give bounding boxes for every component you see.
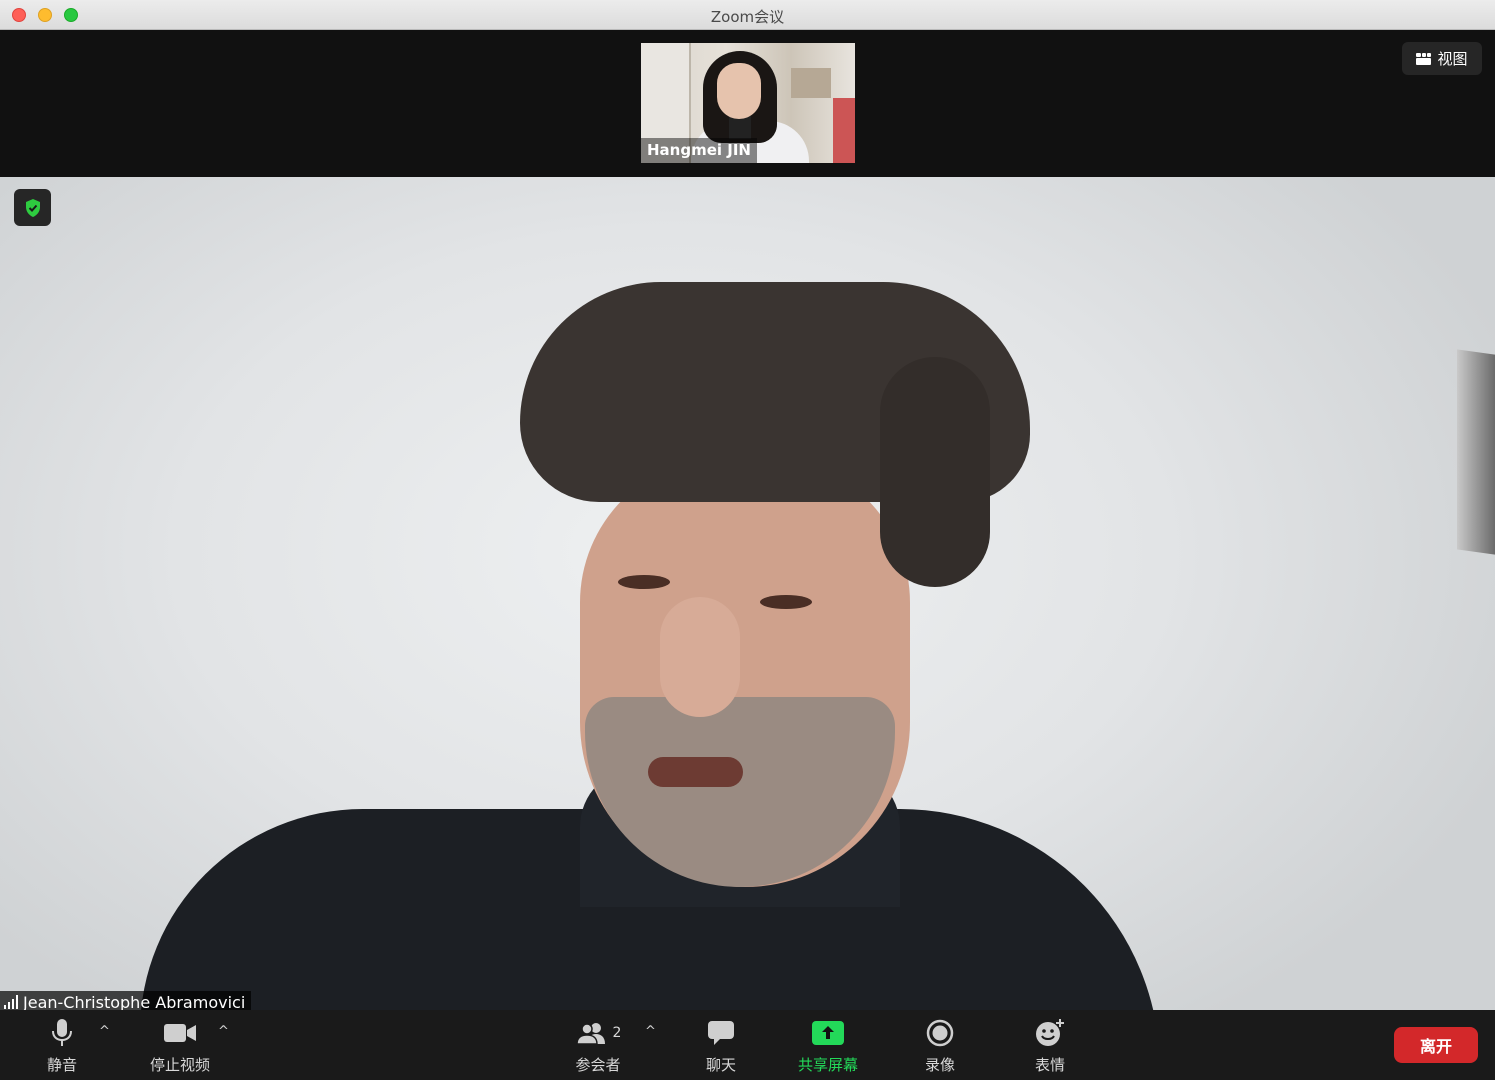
reactions-button[interactable]: 表情 [1024,1010,1076,1080]
speaker-name: Jean-Christophe Abramovici [23,993,246,1010]
meeting-security-button[interactable] [14,189,51,226]
active-speaker-video [0,177,1495,1010]
participants-icon [575,1023,605,1045]
background-frame [1457,349,1495,555]
share-screen-label: 共享屏幕 [797,1056,858,1074]
speaker-eye-right [760,595,812,609]
leave-meeting-button[interactable]: 离开 [1394,1027,1478,1063]
participants-label: 参会者 [575,1056,621,1074]
share-screen-icon [812,1021,844,1045]
participants-options-chevron-up-icon[interactable]: ^ [645,1024,656,1039]
thumbnail-shelf-red [833,98,855,163]
gallery-view-icon [1416,52,1432,65]
view-button[interactable]: 视图 [1402,42,1482,75]
window-title: Zoom会议 [710,8,785,26]
speaker-name-tag: Jean-Christophe Abramovici [0,991,252,1010]
speaker-hair-side [880,357,990,587]
participants-count: 2 [612,1025,622,1041]
record-button[interactable]: 录像 [914,1010,966,1080]
view-button-label: 视图 [1437,50,1468,68]
emoji-add-icon [1036,1019,1064,1046]
shield-check-icon [25,198,40,217]
stop-video-label: 停止视频 [149,1056,210,1074]
chat-bubble-icon [708,1021,734,1045]
video-camera-icon [164,1024,196,1042]
participant-thumbnail-name: Hangmei JIN [641,138,757,163]
speaker-nose [660,597,740,717]
reactions-label: 表情 [1034,1056,1065,1074]
thumbnail-person-face [717,63,761,119]
share-screen-button[interactable]: 共享屏幕 [792,1010,864,1080]
record-label: 录像 [924,1056,955,1074]
speaker-eye-left [618,575,670,589]
stop-video-button[interactable]: 停止视频 [144,1010,216,1080]
audio-options-chevron-up-icon[interactable]: ^ [99,1024,110,1039]
thumbnail-shelf [791,68,831,98]
signal-strength-icon [4,995,18,1009]
video-options-chevron-up-icon[interactable]: ^ [218,1024,229,1039]
microphone-icon [52,1019,72,1046]
record-icon [926,1019,954,1047]
chat-button[interactable]: 聊天 [695,1010,747,1080]
window-titlebar: Zoom会议 [0,0,1495,30]
speaker-mouth [648,757,743,787]
meeting-toolbar: 静音 ^ 停止视频 ^ 2 参会者 ^ 聊天 共享屏幕 录像 表情 [0,1010,1495,1080]
mute-button[interactable]: 静音 [36,1010,88,1080]
mute-label: 静音 [46,1056,77,1074]
chat-label: 聊天 [705,1056,736,1074]
participants-button[interactable]: 2 参会者 [566,1010,630,1080]
